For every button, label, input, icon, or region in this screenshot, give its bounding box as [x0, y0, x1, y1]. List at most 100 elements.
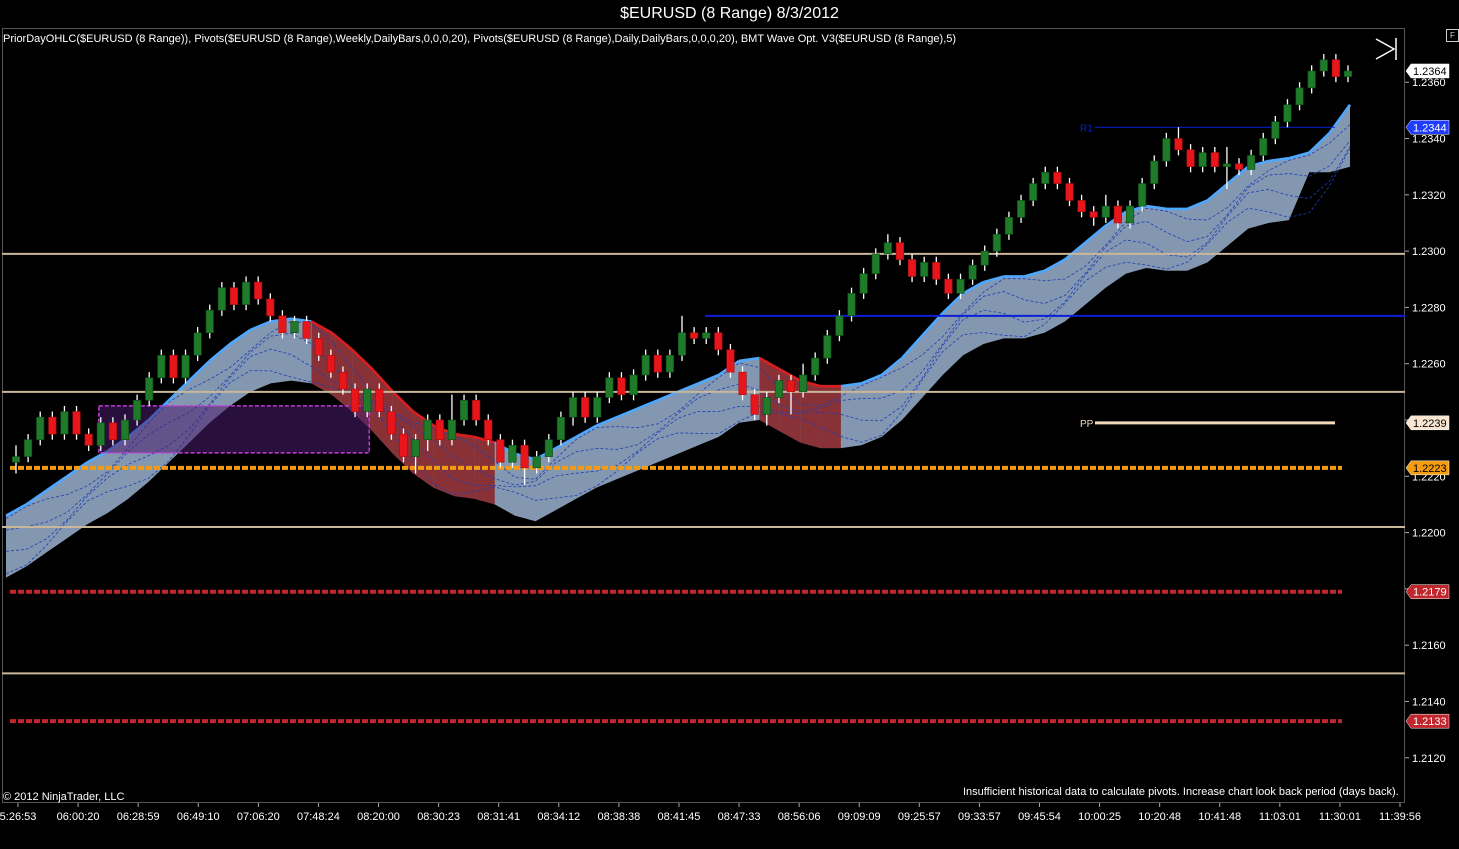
candle-body [1198, 152, 1207, 167]
candle-body [1234, 163, 1244, 170]
y-tick-label: 1.2360 [1412, 77, 1446, 89]
candle-body [36, 416, 45, 441]
y-tick-label: 1.2280 [1412, 302, 1446, 314]
x-tick-label: 09:09:09 [838, 811, 881, 823]
candle-body [786, 380, 796, 393]
candle-body [1077, 200, 1086, 213]
x-tick-label: 07:48:24 [297, 811, 340, 823]
candle-body [544, 439, 553, 457]
candle-body [145, 377, 154, 401]
candle-body [581, 397, 590, 418]
candle-body [399, 433, 408, 457]
candle-body [411, 439, 420, 457]
candle-body [992, 233, 1001, 252]
candle-body [1101, 205, 1110, 218]
candle-body [423, 419, 432, 441]
candle-body [1053, 171, 1062, 184]
candle-body [774, 380, 783, 398]
candle-body [1307, 70, 1316, 89]
candle-body [1295, 87, 1304, 106]
candle-body [120, 419, 130, 441]
candle-body [181, 354, 190, 379]
x-tick-label: 06:28:59 [117, 811, 160, 823]
x-tick-label: 10:41:48 [1198, 811, 1241, 823]
x-tick-label: 08:34:12 [537, 811, 580, 823]
chart-canvas[interactable]: R1PP1.21201.21401.21601.21801.22001.2220… [0, 0, 1459, 849]
candle-body [532, 456, 541, 469]
candle-body [84, 433, 93, 446]
x-tick-label: 06:49:10 [177, 811, 220, 823]
x-tick-label: 09:45:54 [1018, 811, 1061, 823]
candle-body [762, 397, 771, 415]
candle-body [484, 419, 493, 441]
y-tick-label: 1.2140 [1412, 696, 1446, 708]
candle-body [254, 281, 263, 300]
candle-body [1222, 163, 1231, 167]
candle-body [229, 287, 239, 305]
candle-body [1004, 217, 1013, 235]
x-tick-label: 09:25:57 [898, 811, 941, 823]
candle-body [956, 278, 965, 294]
candle-body [72, 411, 81, 435]
candle-body [1125, 205, 1135, 224]
candle-body [1065, 183, 1074, 201]
candle-body [375, 388, 384, 412]
candle-body [847, 293, 856, 317]
x-tick-label: 10:00:25 [1078, 811, 1121, 823]
y-tick-label: 1.2300 [1412, 246, 1446, 258]
candle-body [738, 371, 747, 395]
candle-body [326, 354, 335, 373]
price-marker-label: 1.2364 [1413, 66, 1447, 78]
candle-body [1343, 70, 1353, 77]
candle-body [435, 419, 444, 441]
y-tick-label: 1.2160 [1412, 640, 1446, 652]
candle-body [677, 332, 687, 356]
candle-body [617, 377, 626, 395]
candle-body [108, 422, 117, 441]
candle-body [1041, 171, 1050, 184]
candle-body [338, 371, 347, 390]
candle-body [835, 315, 844, 336]
candle-body [980, 250, 989, 266]
scroll-end-icon [1375, 38, 1396, 60]
y-tick-label: 1.2260 [1412, 359, 1446, 371]
candle-body [157, 354, 166, 379]
x-tick-label: 11:39:56 [1379, 811, 1421, 823]
candle-body [641, 354, 650, 376]
candle-body [726, 349, 735, 373]
x-tick-label: 08:47:33 [718, 811, 761, 823]
price-marker-label: 1.2133 [1413, 716, 1447, 728]
candle-body [1089, 211, 1098, 218]
candle-body [1210, 152, 1219, 167]
candle-body [1271, 121, 1280, 139]
candle-body [932, 262, 941, 280]
candle-body [883, 242, 892, 255]
candle-body [11, 456, 21, 463]
candle-body [811, 357, 820, 376]
candle-body [1029, 183, 1038, 201]
panel-format-button[interactable]: F [1446, 29, 1459, 42]
candle-body [859, 273, 868, 294]
x-tick-label: 11:03:01 [1259, 811, 1301, 823]
candle-body [750, 394, 759, 415]
candle-body [605, 377, 614, 398]
candle-body [593, 397, 602, 418]
candle-body [1162, 138, 1171, 162]
wave-down-segment [474, 436, 495, 505]
candle-body [387, 411, 396, 435]
candle-body [690, 332, 699, 339]
candle-body [60, 411, 69, 435]
candle-body [799, 374, 808, 393]
candle-body [290, 321, 299, 334]
x-tick-label: 08:38:38 [597, 811, 640, 823]
candle-body [895, 242, 905, 260]
pivot-label-pp: PP [1080, 419, 1094, 430]
price-marker-label: 1.2179 [1413, 587, 1447, 599]
y-tick-label: 1.2200 [1412, 528, 1446, 540]
price-marker-label: 1.2239 [1413, 418, 1447, 430]
candle-body [944, 278, 953, 294]
candle-body [665, 354, 674, 373]
x-tick-label: 08:31:41 [477, 811, 520, 823]
x-tick-label: 08:41:45 [658, 811, 701, 823]
candle-body [968, 264, 977, 280]
